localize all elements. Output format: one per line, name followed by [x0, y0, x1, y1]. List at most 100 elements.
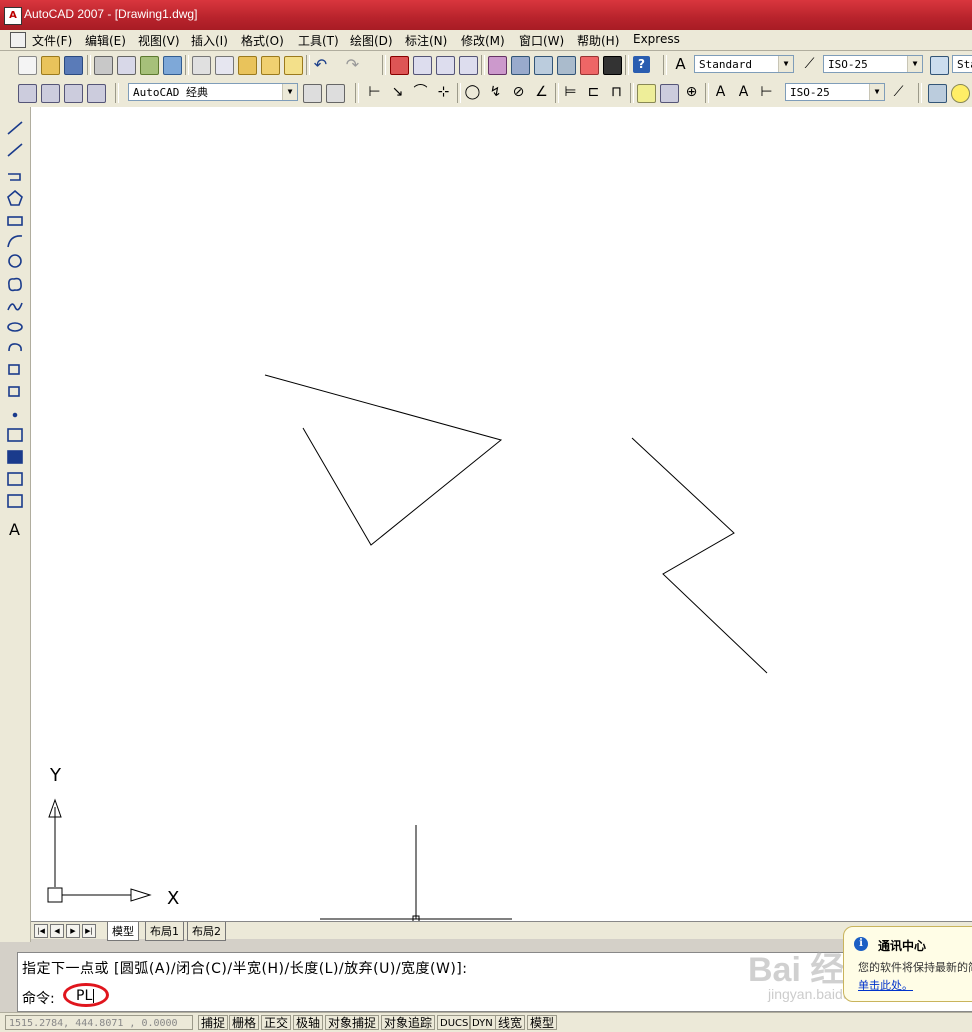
arc-length-icon[interactable]: ⌒	[412, 84, 429, 101]
continue-dim-icon[interactable]: ⊓	[608, 84, 625, 101]
menu-insert[interactable]: 插入(I)	[191, 32, 228, 49]
next-tab-icon[interactable]: ▶	[66, 924, 80, 938]
workspace-save-icon[interactable]	[326, 84, 345, 103]
coordinate-display[interactable]: 1515.2784, 444.8071 , 0.0000	[5, 1015, 193, 1030]
layer-properties-icon[interactable]	[928, 84, 947, 103]
lightbulb-icon[interactable]	[951, 84, 970, 103]
ellipse-arc-icon	[8, 343, 22, 352]
print-preview-icon[interactable]	[117, 56, 136, 75]
menu-help[interactable]: 帮助(H)	[577, 32, 619, 49]
ortho-toggle[interactable]: 正交	[261, 1015, 292, 1030]
workspace-settings-icon[interactable]	[18, 84, 37, 103]
3d-dwf-icon[interactable]	[163, 56, 182, 75]
revision-cloud-icon	[8, 277, 22, 292]
menu-format[interactable]: 格式(O)	[241, 32, 284, 49]
baseline-dim-icon[interactable]: ⊏	[585, 84, 602, 101]
diameter-dim-icon[interactable]: ⊘	[510, 84, 527, 101]
angular-dim-icon[interactable]: ∠	[533, 84, 550, 101]
block-editor-icon[interactable]	[284, 56, 303, 75]
communication-center-balloon[interactable]: i 通讯中心 您的软件将保持最新的简单 单击此处。	[843, 926, 972, 1002]
grid-toggle[interactable]: 栅格	[229, 1015, 260, 1030]
autocad-app-icon[interactable]: A	[4, 7, 22, 25]
region-icon	[7, 472, 23, 486]
tolerance-icon[interactable]	[660, 84, 679, 103]
model-space-toggle[interactable]: 模型	[527, 1015, 558, 1030]
text-style-select[interactable]: Standard ▼	[694, 55, 794, 73]
pan-icon[interactable]	[390, 56, 409, 75]
properties-icon[interactable]	[488, 56, 507, 75]
quick-dim-icon[interactable]: ⊨	[562, 84, 579, 101]
lineweight-toggle[interactable]: 线宽	[495, 1015, 526, 1030]
tab-layout2[interactable]: 布局2	[187, 922, 226, 941]
menu-draw[interactable]: 绘图(D)	[350, 32, 393, 49]
paste-icon[interactable]	[238, 56, 257, 75]
text-style-icon[interactable]: A	[672, 56, 689, 73]
menu-express[interactable]: Express	[633, 32, 680, 46]
new-icon[interactable]	[18, 56, 37, 75]
table-style-icon[interactable]	[930, 56, 949, 75]
ordinate-dim-icon[interactable]: ⊹	[435, 84, 452, 101]
menu-dimension[interactable]: 标注(N)	[405, 32, 447, 49]
layout-icon[interactable]	[64, 84, 83, 103]
markup-icon[interactable]	[580, 56, 599, 75]
polar-toggle[interactable]: 极轴	[293, 1015, 324, 1030]
last-tab-icon[interactable]: ▶|	[82, 924, 96, 938]
menu-tools[interactable]: 工具(T)	[298, 32, 339, 49]
toolbar-separator	[382, 55, 386, 75]
menu-edit[interactable]: 编辑(E)	[85, 32, 126, 49]
layer-icon[interactable]	[41, 84, 60, 103]
help-icon[interactable]: ?	[633, 56, 650, 73]
open-icon[interactable]	[41, 56, 60, 75]
calculator-icon[interactable]	[603, 56, 622, 75]
redo-icon[interactable]: ↷	[344, 56, 361, 73]
dim-style-select[interactable]: ISO-25 ▼	[823, 55, 923, 73]
table-style-select[interactable]: Sta	[952, 55, 972, 73]
design-center-icon[interactable]	[511, 56, 530, 75]
menu-view[interactable]: 视图(V)	[138, 32, 180, 49]
info-icon: i	[854, 937, 868, 951]
notification-link[interactable]: 单击此处。	[858, 977, 913, 993]
ducs-toggle[interactable]: DUCS	[437, 1015, 472, 1030]
tab-model[interactable]: 模型	[107, 922, 139, 941]
dim-text-edit-icon[interactable]: A	[735, 84, 752, 101]
snap-toggle[interactable]: 捕捉	[198, 1015, 229, 1030]
print-icon[interactable]	[94, 56, 113, 75]
toolbar-separator	[555, 83, 559, 103]
viewport-icon[interactable]	[87, 84, 106, 103]
workspace-select[interactable]: AutoCAD 经典 ▼	[128, 83, 298, 101]
quick-leader-icon[interactable]	[637, 84, 656, 103]
osnap-toggle[interactable]: 对象捕捉	[325, 1015, 380, 1030]
workspace-manage-icon[interactable]	[303, 84, 322, 103]
first-tab-icon[interactable]: |◀	[34, 924, 48, 938]
zoom-realtime-icon[interactable]	[413, 56, 432, 75]
radius-dim-icon[interactable]: ◯	[464, 84, 481, 101]
dim-style-icon[interactable]: ⟋	[801, 56, 818, 73]
match-properties-icon[interactable]	[261, 56, 280, 75]
jogged-dim-icon[interactable]: ↯	[487, 84, 504, 101]
drawing-canvas[interactable]: Y X	[31, 107, 972, 921]
menu-modify[interactable]: 修改(M)	[461, 32, 505, 49]
dim-edit-icon[interactable]: A	[712, 84, 729, 101]
dim-style-select-2[interactable]: ISO-25 ▼	[785, 83, 885, 101]
otrack-toggle[interactable]: 对象追踪	[381, 1015, 436, 1030]
tab-layout1[interactable]: 布局1	[145, 922, 184, 941]
menu-file[interactable]: 文件(F)	[32, 32, 72, 49]
linear-dim-icon[interactable]: ⊢	[366, 84, 383, 101]
cut-icon[interactable]	[192, 56, 211, 75]
dim-update-icon[interactable]: ⊢	[758, 84, 775, 101]
zoom-window-icon[interactable]	[436, 56, 455, 75]
menu-window[interactable]: 窗口(W)	[519, 32, 564, 49]
publish-icon[interactable]	[140, 56, 159, 75]
tool-palettes-icon[interactable]	[534, 56, 553, 75]
copy-icon[interactable]	[215, 56, 234, 75]
undo-icon[interactable]: ↶	[312, 56, 329, 73]
sheet-set-icon[interactable]	[557, 56, 576, 75]
center-mark-icon[interactable]: ⊕	[683, 84, 700, 101]
previous-tab-icon[interactable]: ◀	[50, 924, 64, 938]
aligned-dim-icon[interactable]: ↘	[389, 84, 406, 101]
document-icon[interactable]	[10, 32, 26, 48]
dim-style-manager-icon[interactable]: ⟋	[890, 84, 907, 101]
save-icon[interactable]	[64, 56, 83, 75]
zoom-previous-icon[interactable]	[459, 56, 478, 75]
dyn-toggle[interactable]: DYN	[469, 1015, 496, 1030]
